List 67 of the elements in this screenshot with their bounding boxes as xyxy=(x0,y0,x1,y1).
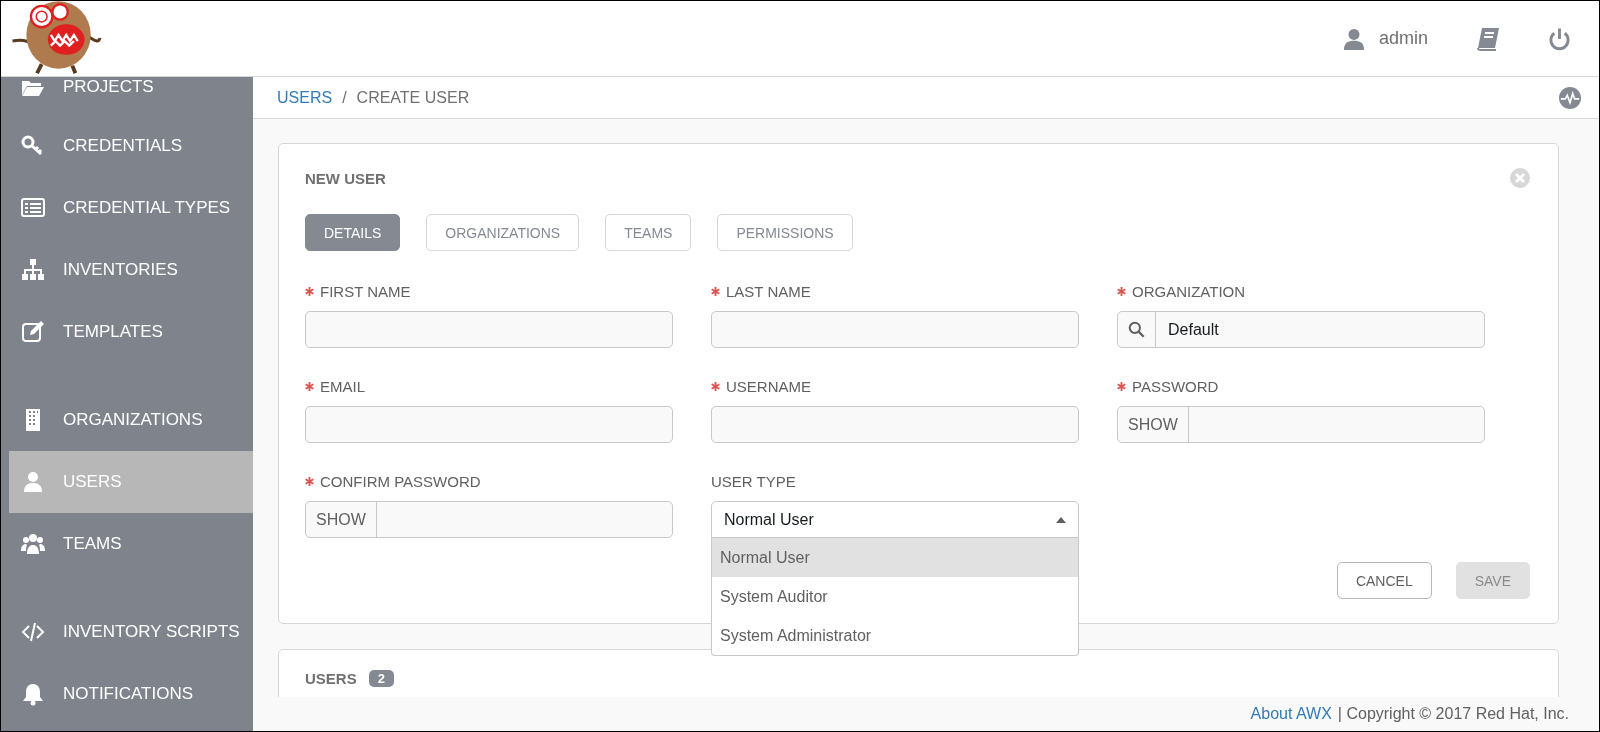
required-icon xyxy=(305,286,314,296)
sidebar-item[interactable]: TEMPLATES xyxy=(1,301,253,363)
username-label[interactable]: admin xyxy=(1378,28,1428,49)
lookup-field[interactable]: Default xyxy=(1117,311,1485,348)
sidebar-item[interactable]: INVENTORIES xyxy=(1,239,253,301)
user-type-select[interactable]: Normal User xyxy=(711,501,1079,538)
required-icon xyxy=(711,381,720,391)
bell-icon xyxy=(21,682,45,706)
required-icon xyxy=(1117,381,1126,391)
dropdown-option[interactable]: System Administrator xyxy=(712,616,1078,655)
sidebar-item[interactable]: ORGANIZATIONS xyxy=(1,389,253,451)
field-label: ORGANIZATION xyxy=(1132,282,1246,300)
input-field[interactable] xyxy=(305,311,673,348)
sidebar-item[interactable]: TEAMS xyxy=(1,513,253,575)
sidebar-item[interactable]: PROJECTS xyxy=(1,77,253,115)
sidebar-item[interactable]: INVENTORY SCRIPTS xyxy=(1,601,253,663)
sidebar-item[interactable]: NOTIFICATIONS xyxy=(1,663,253,725)
form-title: NEW USER xyxy=(305,169,386,187)
about-link[interactable]: About AWX xyxy=(1250,705,1332,723)
required-icon xyxy=(305,476,314,486)
caret-icon xyxy=(1056,516,1066,523)
tab[interactable]: TEAMS xyxy=(605,214,692,251)
sidebar-item[interactable]: CREDENTIAL TYPES xyxy=(1,177,253,239)
field-label: USER TYPE xyxy=(711,472,796,490)
tab[interactable]: PERMISSIONS xyxy=(717,214,853,251)
input-field[interactable] xyxy=(711,406,1079,443)
hierarchy-icon xyxy=(21,258,45,282)
text-input[interactable]: Default xyxy=(1156,312,1484,347)
copyright-text: | Copyright © 2017 Red Hat, Inc. xyxy=(1337,705,1569,723)
required-icon xyxy=(305,381,314,391)
breadcrumb-text: / xyxy=(342,88,347,107)
dropdown-option[interactable]: Normal User xyxy=(712,538,1078,577)
required-icon xyxy=(711,286,720,296)
list-icon xyxy=(21,196,45,220)
show-button[interactable]: SHOW xyxy=(306,502,377,537)
breadcrumb-link[interactable]: USERS xyxy=(277,88,333,107)
sidebar-item[interactable]: USERS xyxy=(9,451,253,513)
password-field[interactable]: SHOW xyxy=(305,501,673,538)
input-field[interactable] xyxy=(711,311,1079,348)
breadcrumb-text: CREATE USER xyxy=(356,88,470,107)
field-label: USERNAME xyxy=(726,377,811,395)
search-icon[interactable] xyxy=(1128,321,1145,338)
power-icon[interactable] xyxy=(1548,26,1571,51)
field-label: EMAIL xyxy=(320,377,365,395)
pencil-square-icon xyxy=(21,320,45,344)
field-label: CONFIRM PASSWORD xyxy=(320,472,481,490)
code-icon xyxy=(21,620,45,644)
sidebar-item[interactable]: CREDENTIALS xyxy=(1,115,253,177)
key-icon xyxy=(21,134,45,158)
tab[interactable]: ORGANIZATIONS xyxy=(426,214,580,251)
show-button[interactable]: SHOW xyxy=(1118,407,1189,442)
group-icon xyxy=(21,532,45,556)
dropdown-option[interactable]: System Auditor xyxy=(712,577,1078,616)
book-icon[interactable] xyxy=(1476,26,1500,51)
input-field[interactable] xyxy=(305,406,673,443)
panel-title: USERS xyxy=(305,670,357,687)
activity-icon[interactable] xyxy=(1559,86,1581,109)
cancel-button[interactable]: CANCEL xyxy=(1336,562,1432,599)
tab[interactable]: DETAILS xyxy=(305,214,401,251)
user-icon[interactable] xyxy=(1342,26,1365,51)
field-label: PASSWORD xyxy=(1132,377,1219,395)
field-label: FIRST NAME xyxy=(320,282,411,300)
required-icon xyxy=(1117,286,1126,296)
count-badge: 2 xyxy=(368,670,394,687)
user-icon xyxy=(21,470,45,494)
password-field[interactable]: SHOW xyxy=(1117,406,1485,443)
field-label: LAST NAME xyxy=(726,282,811,300)
